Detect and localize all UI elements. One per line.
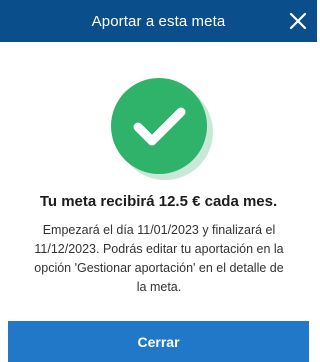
modal-header: Aportar a esta meta (0, 0, 317, 42)
confirmation-description: Empezará el día 11/01/2023 y finalizará … (34, 223, 284, 294)
close-icon[interactable] (287, 10, 309, 32)
close-button[interactable]: Cerrar (8, 321, 309, 362)
success-indicator (111, 78, 215, 182)
modal-title: Aportar a esta meta (91, 12, 226, 30)
check-circle-icon (111, 78, 207, 174)
confirmation-headline: Tu meta recibirá 12.5 € cada mes. (39, 193, 278, 210)
